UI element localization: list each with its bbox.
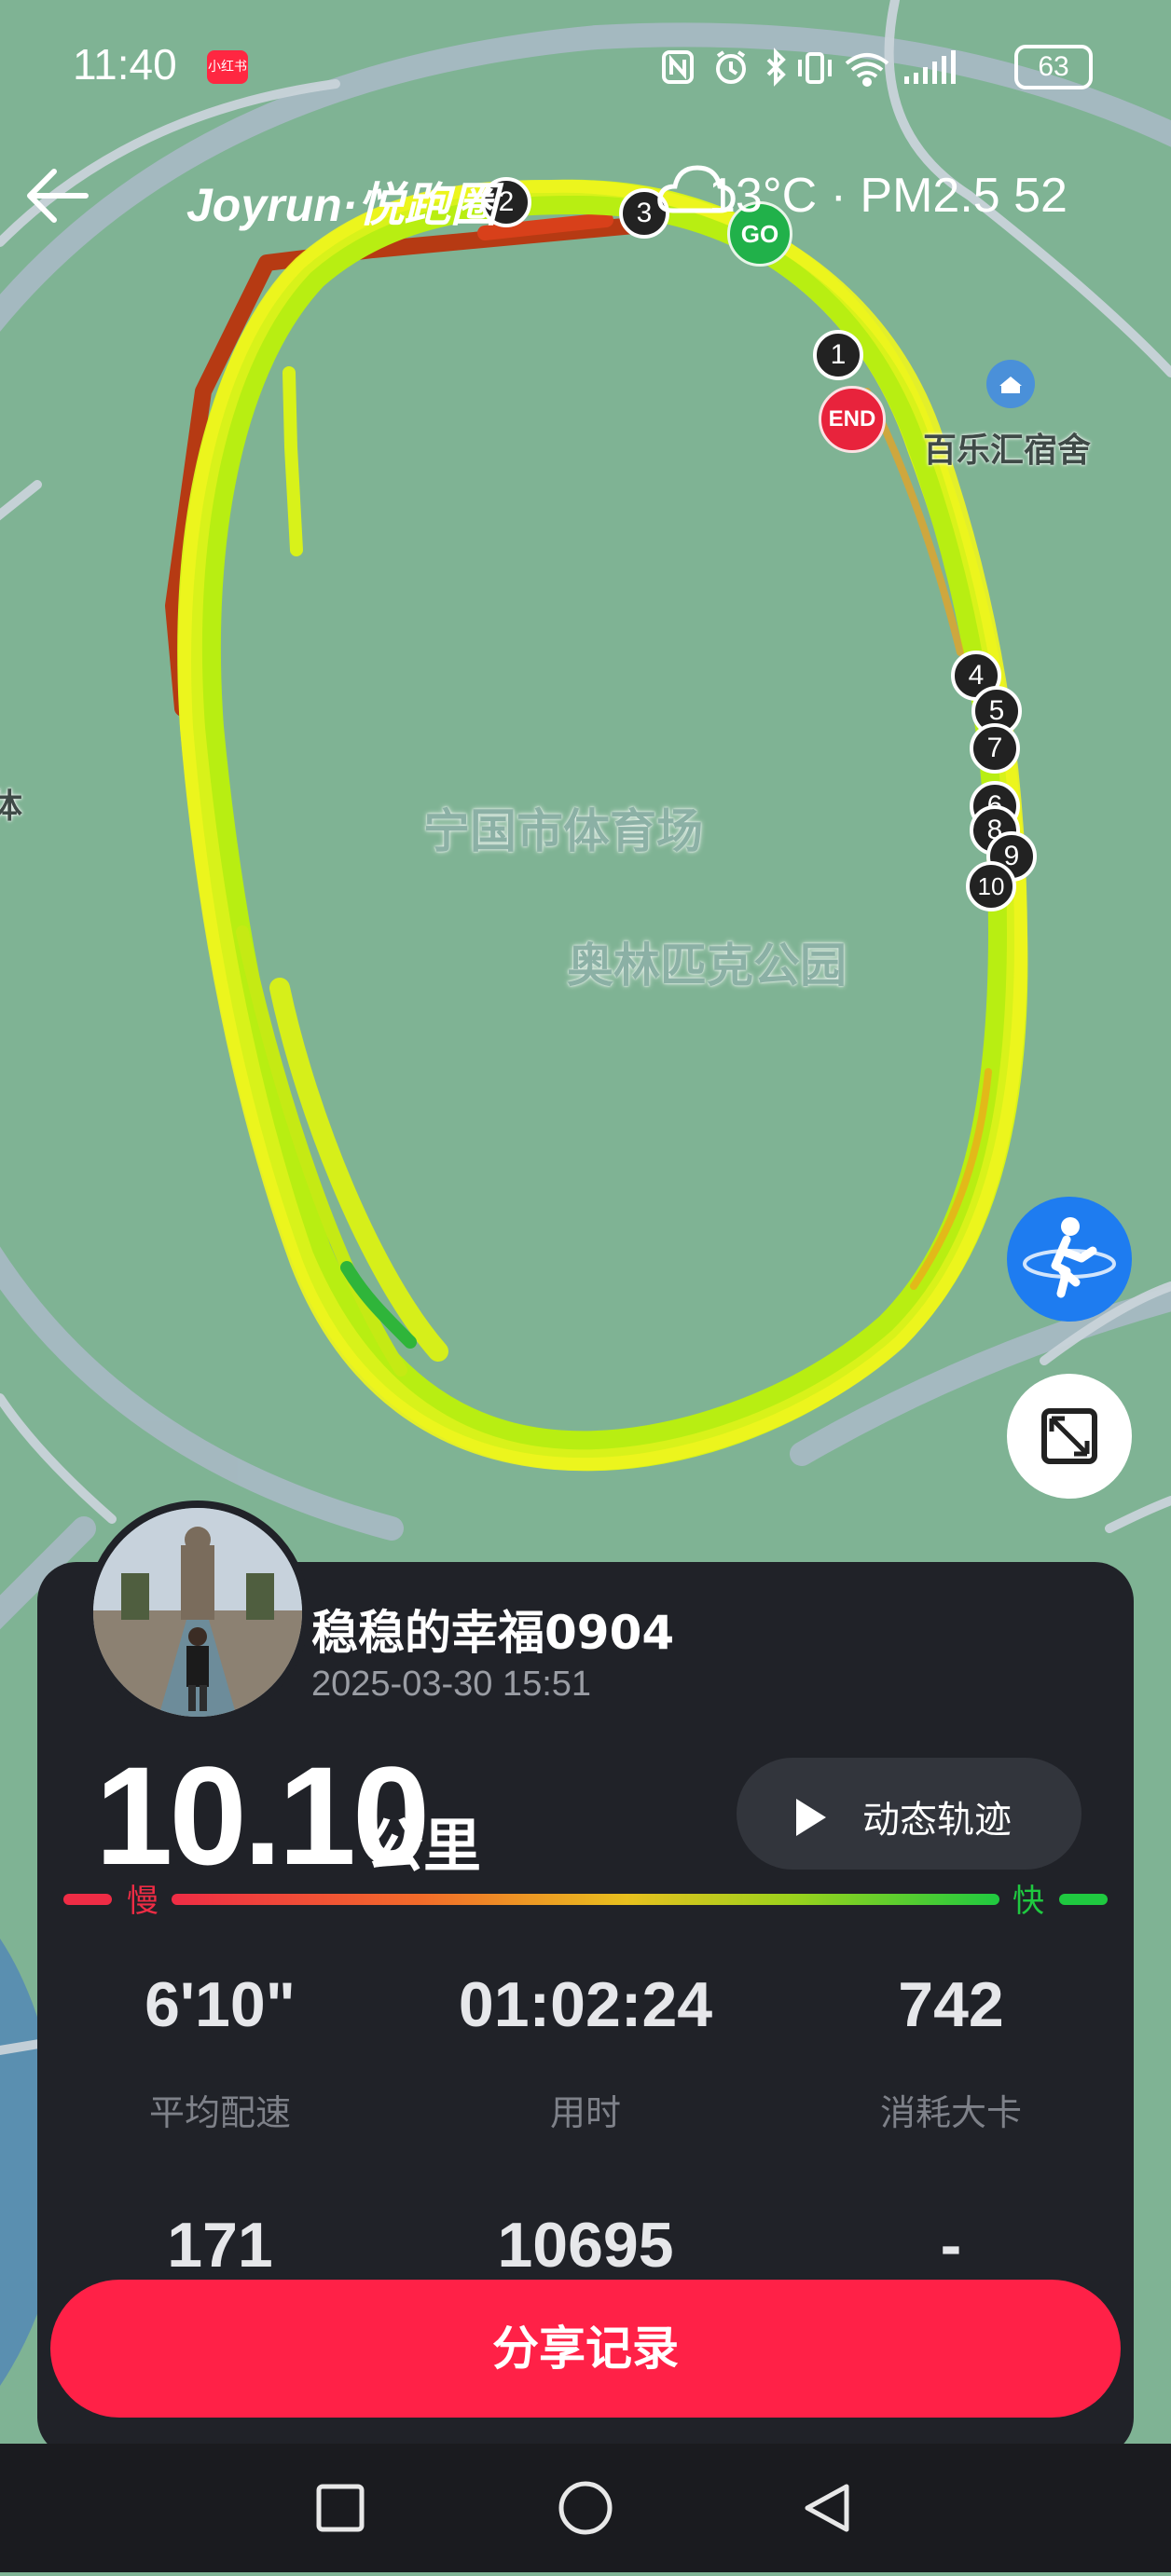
stat-cadence-value: 171 (167, 2210, 273, 2281)
username[interactable]: 稳稳的幸福0904 (311, 1596, 674, 1663)
system-nav-bar (0, 2444, 1171, 2572)
pace-slow-label: 慢 (127, 1883, 158, 1920)
home-icon[interactable] (558, 2481, 613, 2535)
pace-bar-fast-cap (1059, 1894, 1108, 1905)
stat-calories-label: 消耗大卡 (879, 2092, 1022, 2133)
map-label-poi[interactable]: 百乐汇宿舍 (923, 423, 1091, 472)
play-icon (796, 1799, 826, 1836)
signal-icon (904, 50, 956, 84)
avatar[interactable] (86, 1500, 310, 1724)
brand-logo: Joyrun·悦跑圈 (186, 179, 498, 231)
weather-info: 13°C · PM2.5 52 (709, 169, 1068, 223)
status-icons (660, 47, 1005, 88)
battery-indicator: 63 (1014, 45, 1093, 89)
map-label-edge: 体 (0, 788, 23, 826)
wifi-icon (845, 53, 889, 87)
stat-duration-value: 01:02:24 (458, 1969, 713, 2040)
fit-bounds-icon (1041, 1408, 1097, 1464)
runner-mode-button[interactable] (1007, 1197, 1132, 1322)
replay-track-label: 动态轨迹 (862, 1799, 1012, 1842)
stat-steps-value: 10695 (497, 2210, 674, 2281)
vibrate-icon (798, 52, 832, 84)
stat-avg-pace-label: 平均配速 (148, 2092, 291, 2133)
building-pin-icon[interactable] (983, 358, 1039, 418)
avatar-photo (93, 1508, 302, 1717)
km-marker-1[interactable]: 1 (813, 330, 863, 380)
distance-unit: 公里 (365, 1812, 482, 1880)
runner-icon (1023, 1217, 1116, 1298)
km-marker-7[interactable]: 7 (970, 723, 1020, 774)
map-label-stadium: 宁国市体育场 (423, 804, 703, 858)
end-marker[interactable]: END (819, 386, 886, 453)
nfc-icon (662, 50, 694, 84)
alarm-icon (716, 50, 746, 84)
fit-map-button[interactable] (1007, 1374, 1132, 1499)
notification-app-badge: 小红书 (207, 50, 248, 84)
km-marker-10[interactable]: 10 (966, 861, 1016, 911)
stat-duration-label: 用时 (549, 2092, 621, 2133)
recents-icon[interactable] (316, 2484, 365, 2532)
stat-extra-value: - (940, 2210, 962, 2281)
arrow-left-icon (27, 169, 89, 223)
back-button[interactable] (21, 163, 104, 228)
pace-gradient-bar (172, 1894, 999, 1905)
share-record-label: 分享记录 (492, 2322, 679, 2376)
status-time: 11:40 (73, 40, 177, 89)
stat-calories-value: 742 (898, 1969, 1004, 2040)
pace-bar-slow-cap (63, 1894, 112, 1905)
back-nav-icon[interactable] (805, 2484, 849, 2532)
stat-avg-pace-value: 6'10" (145, 1969, 296, 2040)
map-label-park: 奥林匹克公园 (567, 939, 847, 993)
bluetooth-icon (766, 48, 786, 87)
record-datetime: 2025-03-30 15:51 (311, 1665, 592, 1704)
pace-fast-label: 快 (1013, 1883, 1044, 1920)
